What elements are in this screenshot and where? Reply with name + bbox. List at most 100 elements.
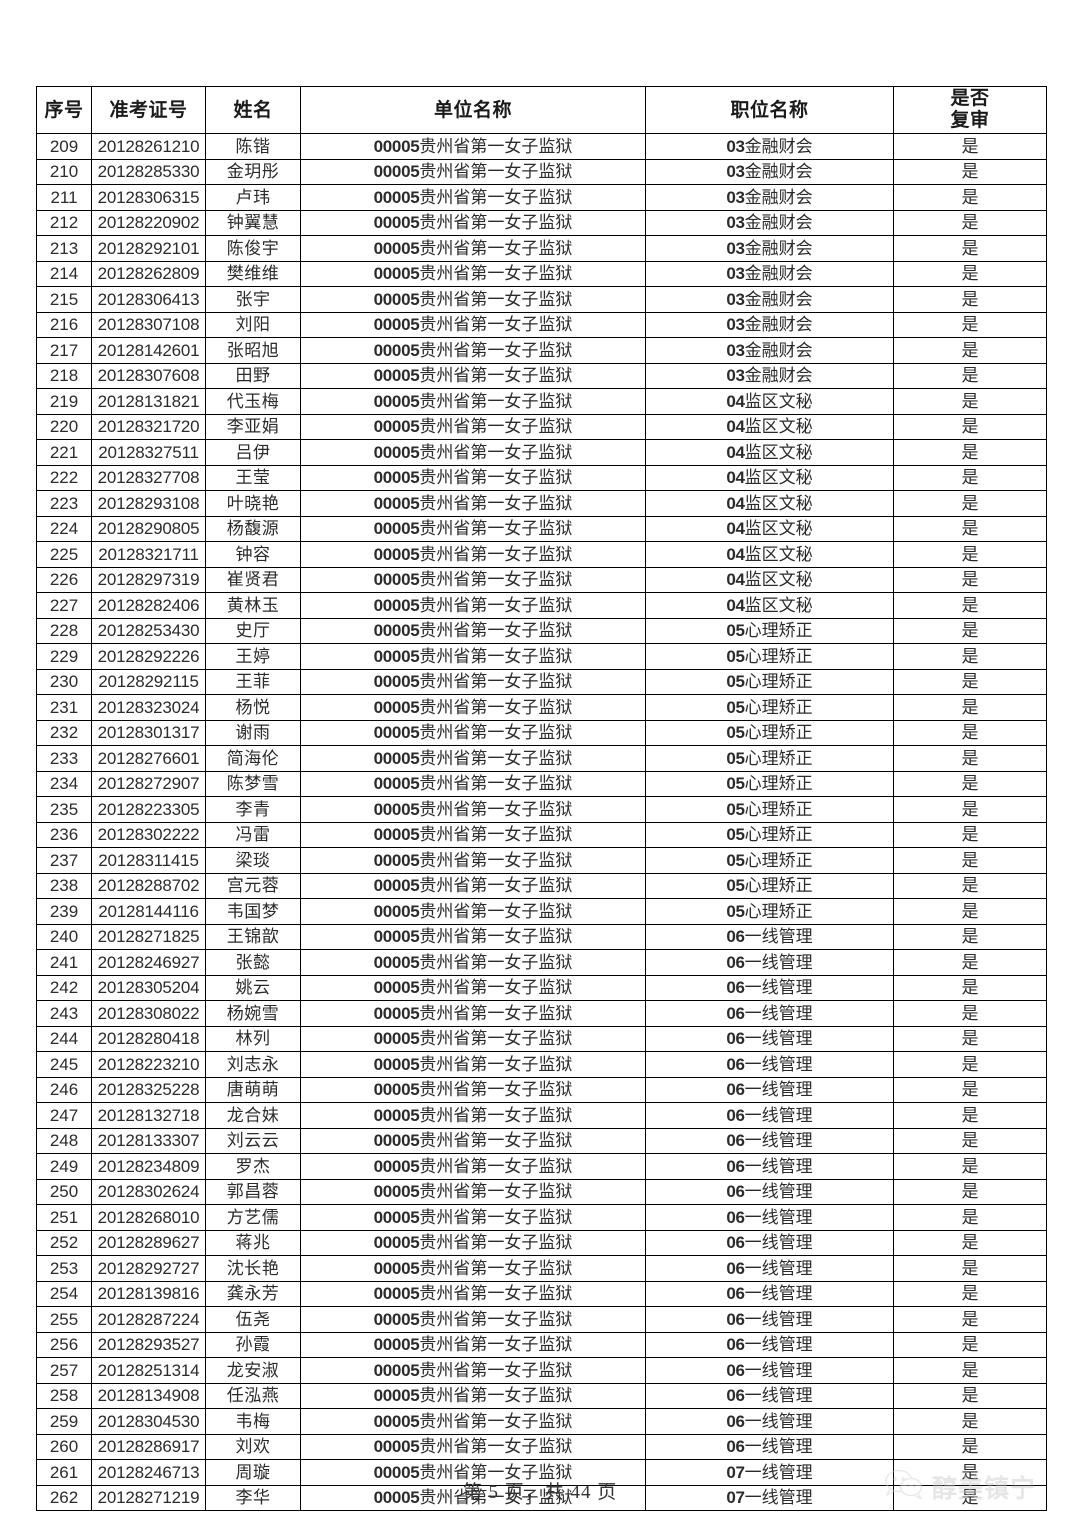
cell-unit-name: 00005贵州省第一女子监狱 bbox=[300, 617, 646, 644]
table-row: 246 20128325228 唐萌萌 00005贵州省第一女子监狱 06一线管理是 bbox=[36, 1076, 1047, 1103]
cell-seq: 210 bbox=[36, 158, 92, 185]
header-row: 序号 准考证号 姓名 单位名称 职位名称 是否 复审 bbox=[36, 86, 1047, 134]
unit-code: 00005 bbox=[373, 315, 420, 335]
cell-seq: 226 bbox=[36, 566, 92, 593]
unit-label: 贵州省第一女子监狱 bbox=[419, 697, 573, 717]
unit-code: 00005 bbox=[373, 748, 420, 768]
post-label: 金融财会 bbox=[744, 315, 813, 335]
cell-admission-no: 20128131821 bbox=[91, 388, 206, 415]
post-code: 04 bbox=[726, 468, 745, 488]
post-label: 一线管理 bbox=[744, 1207, 813, 1227]
cell-post-name: 06一线管理 bbox=[645, 1051, 894, 1078]
post-code: 04 bbox=[726, 391, 745, 411]
cell-unit-name: 00005贵州省第一女子监狱 bbox=[300, 1255, 646, 1282]
table-row: 216 20128307108 刘阳 00005贵州省第一女子监狱 03金融财会是 bbox=[36, 311, 1047, 338]
unit-code: 00005 bbox=[373, 442, 420, 462]
cell-post-name: 04监区文秘 bbox=[645, 566, 894, 593]
cell-admission-no: 20128144116 bbox=[91, 898, 206, 925]
cell-seq: 253 bbox=[36, 1255, 92, 1282]
cell-seq: 209 bbox=[36, 133, 92, 160]
cell-admission-no: 20128292727 bbox=[91, 1255, 206, 1282]
table-row: 209 20128261210 陈锴 00005贵州省第一女子监狱 03金融财会是 bbox=[36, 133, 1047, 160]
cell-seq: 224 bbox=[36, 515, 92, 542]
unit-code: 00005 bbox=[373, 1105, 420, 1125]
cell-seq: 246 bbox=[36, 1076, 92, 1103]
cell-name: 简海伦 bbox=[205, 745, 301, 772]
unit-code: 00005 bbox=[373, 187, 420, 207]
cell-review-status: 是 bbox=[893, 1178, 1047, 1205]
unit-label: 贵州省第一女子监狱 bbox=[419, 1080, 573, 1100]
cell-post-name: 06一线管理 bbox=[645, 949, 894, 976]
cell-post-name: 03金融财会 bbox=[645, 286, 894, 313]
table-row: 224 20128290805 杨馥源 00005贵州省第一女子监狱 04监区文秘是 bbox=[36, 515, 1047, 542]
cell-name: 伍尧 bbox=[205, 1306, 301, 1333]
unit-code: 00005 bbox=[373, 366, 420, 386]
cell-post-name: 05心理矫正 bbox=[645, 770, 894, 797]
post-label: 一线管理 bbox=[744, 1335, 813, 1355]
cell-seq: 231 bbox=[36, 694, 92, 721]
table-row: 238 20128288702 宫元蓉 00005贵州省第一女子监狱 05心理矫正是 bbox=[36, 872, 1047, 899]
post-code: 05 bbox=[726, 825, 745, 845]
cell-post-name: 05心理矫正 bbox=[645, 617, 894, 644]
cell-post-name: 04监区文秘 bbox=[645, 592, 894, 619]
unit-code: 00005 bbox=[373, 1411, 420, 1431]
cell-seq: 254 bbox=[36, 1280, 92, 1307]
post-label: 监区文秘 bbox=[744, 544, 813, 564]
cell-review-status: 是 bbox=[893, 388, 1047, 415]
post-label: 一线管理 bbox=[744, 1386, 813, 1406]
post-code: 06 bbox=[726, 952, 745, 972]
cell-unit-name: 00005贵州省第一女子监狱 bbox=[300, 1306, 646, 1333]
roster-table-container: 序号 准考证号 姓名 单位名称 职位名称 是否 复审 209 2012826121… bbox=[36, 86, 1047, 1511]
cell-review-status: 是 bbox=[893, 1127, 1047, 1154]
table-row: 258 20128134908 任泓燕 00005贵州省第一女子监狱 06一线管理是 bbox=[36, 1382, 1047, 1409]
cell-admission-no: 20128301317 bbox=[91, 719, 206, 746]
cell-unit-name: 00005贵州省第一女子监狱 bbox=[300, 872, 646, 899]
cell-name: 姚云 bbox=[205, 974, 301, 1001]
post-code: 03 bbox=[726, 162, 745, 182]
cell-unit-name: 00005贵州省第一女子监狱 bbox=[300, 745, 646, 772]
cell-unit-name: 00005贵州省第一女子监狱 bbox=[300, 337, 646, 364]
unit-code: 00005 bbox=[373, 468, 420, 488]
table-header: 序号 准考证号 姓名 单位名称 职位名称 是否 复审 bbox=[36, 86, 1047, 134]
post-code: 03 bbox=[726, 238, 745, 258]
table-row: 247 20128132718 龙合妹 00005贵州省第一女子监狱 06一线管理是 bbox=[36, 1102, 1047, 1129]
unit-code: 00005 bbox=[373, 723, 420, 743]
cell-seq: 221 bbox=[36, 439, 92, 466]
post-label: 一线管理 bbox=[744, 1437, 813, 1457]
table-row: 256 20128293527 孙霞 00005贵州省第一女子监狱 06一线管理是 bbox=[36, 1331, 1047, 1358]
unit-code: 00005 bbox=[373, 340, 420, 360]
unit-label: 贵州省第一女子监狱 bbox=[419, 646, 573, 666]
table-row: 227 20128282406 黄林玉 00005贵州省第一女子监狱 04监区文秘是 bbox=[36, 592, 1047, 619]
column-header-review: 是否 复审 bbox=[893, 86, 1047, 134]
post-code: 05 bbox=[726, 876, 745, 896]
cell-name: 梁琰 bbox=[205, 847, 301, 874]
post-code: 05 bbox=[726, 850, 745, 870]
cell-name: 代玉梅 bbox=[205, 388, 301, 415]
cell-name: 张懿 bbox=[205, 949, 301, 976]
post-label: 心理矫正 bbox=[744, 876, 813, 896]
post-label: 心理矫正 bbox=[744, 672, 813, 692]
unit-label: 贵州省第一女子监狱 bbox=[419, 621, 573, 641]
cell-name: 陈锴 bbox=[205, 133, 301, 160]
unit-code: 00005 bbox=[373, 1003, 420, 1023]
cell-review-status: 是 bbox=[893, 872, 1047, 899]
cell-name: 卢玮 bbox=[205, 184, 301, 211]
post-code: 06 bbox=[726, 1411, 745, 1431]
post-label: 心理矫正 bbox=[744, 799, 813, 819]
table-row: 260 20128286917 刘欢 00005贵州省第一女子监狱 06一线管理是 bbox=[36, 1433, 1047, 1460]
unit-label: 贵州省第一女子监狱 bbox=[419, 1054, 573, 1074]
cell-post-name: 06一线管理 bbox=[645, 1408, 894, 1435]
cell-name: 吕伊 bbox=[205, 439, 301, 466]
cell-review-status: 是 bbox=[893, 821, 1047, 848]
cell-review-status: 是 bbox=[893, 311, 1047, 338]
table-row: 231 20128323024 杨悦 00005贵州省第一女子监狱 05心理矫正是 bbox=[36, 694, 1047, 721]
cell-seq: 216 bbox=[36, 311, 92, 338]
cell-seq: 244 bbox=[36, 1025, 92, 1052]
cell-review-status: 是 bbox=[893, 1204, 1047, 1231]
unit-label: 贵州省第一女子监狱 bbox=[419, 825, 573, 845]
cell-seq: 228 bbox=[36, 617, 92, 644]
post-label: 金融财会 bbox=[744, 340, 813, 360]
cell-post-name: 05心理矫正 bbox=[645, 821, 894, 848]
cell-admission-no: 20128261210 bbox=[91, 133, 206, 160]
post-label: 金融财会 bbox=[744, 187, 813, 207]
